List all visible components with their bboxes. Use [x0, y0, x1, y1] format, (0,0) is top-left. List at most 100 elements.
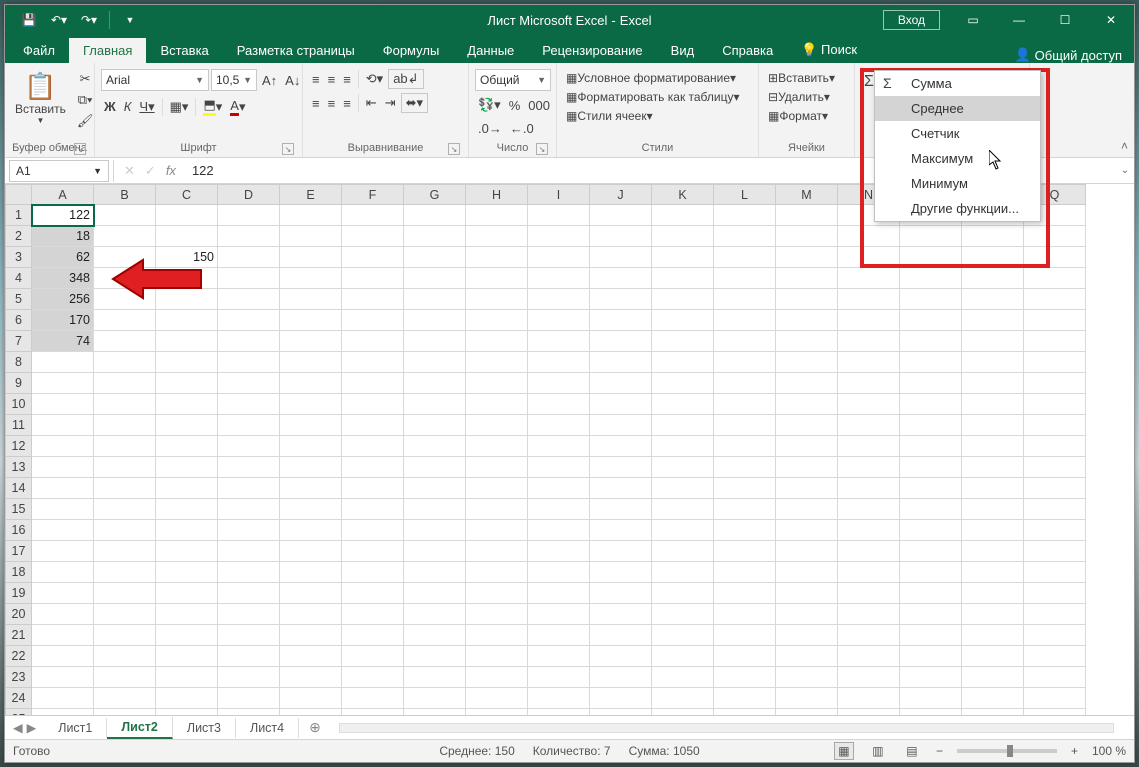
cell-E6[interactable]	[280, 310, 342, 331]
cell-P17[interactable]	[962, 541, 1024, 562]
cell-E5[interactable]	[280, 289, 342, 310]
cell-H8[interactable]	[466, 352, 528, 373]
col-header-C[interactable]: C	[156, 185, 218, 205]
cell-K1[interactable]	[652, 205, 714, 226]
cell-L7[interactable]	[714, 331, 776, 352]
cell-L1[interactable]	[714, 205, 776, 226]
cell-Q22[interactable]	[1024, 646, 1086, 667]
cell-F7[interactable]	[342, 331, 404, 352]
cell-P14[interactable]	[962, 478, 1024, 499]
cell-G13[interactable]	[404, 457, 466, 478]
row-header-14[interactable]: 14	[6, 478, 32, 499]
row-header-7[interactable]: 7	[6, 331, 32, 352]
tab-review[interactable]: Рецензирование	[528, 38, 656, 63]
cell-K6[interactable]	[652, 310, 714, 331]
cell-H6[interactable]	[466, 310, 528, 331]
row-header-24[interactable]: 24	[6, 688, 32, 709]
cell-L21[interactable]	[714, 625, 776, 646]
cell-A8[interactable]	[32, 352, 94, 373]
cell-F5[interactable]	[342, 289, 404, 310]
cell-M12[interactable]	[776, 436, 838, 457]
cell-M25[interactable]	[776, 709, 838, 716]
cell-E3[interactable]	[280, 247, 342, 268]
cell-H13[interactable]	[466, 457, 528, 478]
cell-L16[interactable]	[714, 520, 776, 541]
cell-E19[interactable]	[280, 583, 342, 604]
cell-K19[interactable]	[652, 583, 714, 604]
col-header-M[interactable]: M	[776, 185, 838, 205]
cell-Q4[interactable]	[1024, 268, 1086, 289]
cell-D2[interactable]	[218, 226, 280, 247]
cell-C11[interactable]	[156, 415, 218, 436]
cell-O16[interactable]	[900, 520, 962, 541]
cell-K14[interactable]	[652, 478, 714, 499]
sheet-nav-prev-icon[interactable]: ◀	[13, 720, 23, 735]
sheet-tab-2[interactable]: Лист2	[107, 717, 172, 739]
paste-button[interactable]: 📋 Вставить ▼	[11, 69, 70, 127]
cell-M9[interactable]	[776, 373, 838, 394]
cell-A9[interactable]	[32, 373, 94, 394]
cell-C18[interactable]	[156, 562, 218, 583]
row-header-22[interactable]: 22	[6, 646, 32, 667]
cell-L11[interactable]	[714, 415, 776, 436]
cell-F11[interactable]	[342, 415, 404, 436]
cell-J11[interactable]	[590, 415, 652, 436]
cell-A11[interactable]	[32, 415, 94, 436]
cell-B6[interactable]	[94, 310, 156, 331]
cell-O9[interactable]	[900, 373, 962, 394]
cell-J14[interactable]	[590, 478, 652, 499]
redo-icon[interactable]: ↷▾	[75, 8, 103, 32]
cell-B13[interactable]	[94, 457, 156, 478]
cell-K17[interactable]	[652, 541, 714, 562]
cell-P16[interactable]	[962, 520, 1024, 541]
cell-A16[interactable]	[32, 520, 94, 541]
cell-N8[interactable]	[838, 352, 900, 373]
cell-D15[interactable]	[218, 499, 280, 520]
cell-N7[interactable]	[838, 331, 900, 352]
row-header-8[interactable]: 8	[6, 352, 32, 373]
cell-N25[interactable]	[838, 709, 900, 716]
cell-G5[interactable]	[404, 289, 466, 310]
autosum-max[interactable]: Максимум	[875, 146, 1040, 171]
row-header-25[interactable]: 25	[6, 709, 32, 716]
cell-Q14[interactable]	[1024, 478, 1086, 499]
cell-A22[interactable]	[32, 646, 94, 667]
cell-A25[interactable]	[32, 709, 94, 716]
cell-D22[interactable]	[218, 646, 280, 667]
cell-O7[interactable]	[900, 331, 962, 352]
cell-I13[interactable]	[528, 457, 590, 478]
cell-E17[interactable]	[280, 541, 342, 562]
cell-I4[interactable]	[528, 268, 590, 289]
cell-N6[interactable]	[838, 310, 900, 331]
cell-P24[interactable]	[962, 688, 1024, 709]
cell-J3[interactable]	[590, 247, 652, 268]
cell-A20[interactable]	[32, 604, 94, 625]
cell-B25[interactable]	[94, 709, 156, 716]
cell-I2[interactable]	[528, 226, 590, 247]
cell-D3[interactable]	[218, 247, 280, 268]
ribbon-display-icon[interactable]: ▭	[950, 5, 996, 35]
cell-P2[interactable]	[962, 226, 1024, 247]
cell-M18[interactable]	[776, 562, 838, 583]
cell-Q7[interactable]	[1024, 331, 1086, 352]
align-middle-icon[interactable]: ≡	[325, 70, 339, 89]
cell-E9[interactable]	[280, 373, 342, 394]
cell-G23[interactable]	[404, 667, 466, 688]
cell-I3[interactable]	[528, 247, 590, 268]
cell-C7[interactable]	[156, 331, 218, 352]
cell-C14[interactable]	[156, 478, 218, 499]
cell-I21[interactable]	[528, 625, 590, 646]
font-name-combo[interactable]: Arial▼	[101, 69, 209, 91]
cell-K10[interactable]	[652, 394, 714, 415]
cell-Q18[interactable]	[1024, 562, 1086, 583]
format-painter-icon[interactable]: 🖌	[74, 111, 97, 131]
cell-E23[interactable]	[280, 667, 342, 688]
cell-I5[interactable]	[528, 289, 590, 310]
sheet-tab-4[interactable]: Лист4	[236, 718, 299, 738]
cancel-formula-icon[interactable]: ✕	[124, 163, 135, 179]
cell-Q5[interactable]	[1024, 289, 1086, 310]
cell-C22[interactable]	[156, 646, 218, 667]
cell-K25[interactable]	[652, 709, 714, 716]
row-header-9[interactable]: 9	[6, 373, 32, 394]
cell-I15[interactable]	[528, 499, 590, 520]
